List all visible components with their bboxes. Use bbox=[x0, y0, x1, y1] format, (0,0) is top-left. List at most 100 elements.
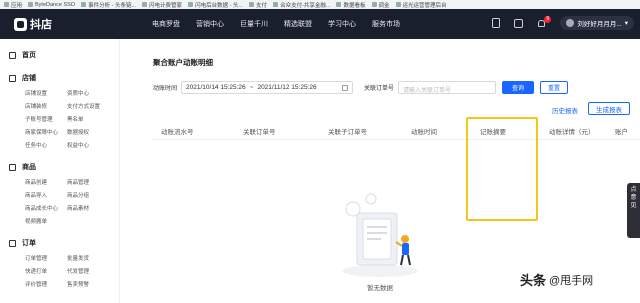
top-nav: 抖店 电商罗盘 营销中心 巨量千川 精选联盟 学习中心 服务市场 9 刘好好月月… bbox=[0, 9, 640, 39]
mobile-icon[interactable] bbox=[492, 18, 501, 28]
order-number-input[interactable]: 请输入关联订单号 bbox=[398, 81, 497, 94]
logo[interactable]: 抖店 bbox=[14, 16, 134, 32]
date-separator: ~ bbox=[249, 84, 254, 91]
sidebar-item-product-manage[interactable]: 商品管理 bbox=[67, 178, 115, 186]
sidebar-item-order-manage[interactable]: 订单管理 bbox=[25, 254, 67, 262]
page-icon bbox=[249, 2, 255, 7]
col-sub-order-no: 关联子订单号 bbox=[328, 129, 367, 136]
bookmark-event-analysis[interactable]: 事件分析 - 头条链... bbox=[81, 1, 136, 9]
sidebar-item-product-create[interactable]: 商品创建 bbox=[25, 178, 67, 186]
sidebar-item-rights-center[interactable]: 权益中心 bbox=[67, 141, 115, 149]
empty-state: 暂无数据 bbox=[325, 191, 435, 296]
store-links: 店铺设置 资质中心 店铺装修 支付方式设置 子账号管理 黑名单 商家保障中心 数… bbox=[0, 89, 119, 149]
bookmarks-bar: 应用 ByteDance SSO 事件分析 - 头条链... 闪电计费管家 闪电… bbox=[0, 0, 640, 9]
page-title: 聚合账户动账明细 bbox=[153, 58, 213, 67]
menu-marketing[interactable]: 营销中心 bbox=[196, 19, 224, 29]
sidebar-section-order[interactable]: 订单 bbox=[0, 238, 119, 248]
product-icon bbox=[9, 163, 16, 171]
message-icon[interactable] bbox=[514, 18, 524, 28]
notification-badge: 9 bbox=[544, 15, 552, 23]
menu-learning[interactable]: 学习中心 bbox=[328, 19, 356, 29]
col-account: 账户 bbox=[615, 129, 628, 136]
feedback-tab[interactable]: 点 意 见 bbox=[627, 183, 640, 238]
date-start: 2021/10/14 15:25:26 bbox=[186, 84, 246, 91]
sidebar-item-product-assets[interactable]: 商品素材 bbox=[67, 204, 115, 212]
menu-alliance[interactable]: 精选联盟 bbox=[284, 19, 312, 29]
watermark: 头条 @甩手网 bbox=[520, 270, 593, 289]
page-icon bbox=[273, 2, 279, 7]
home-icon bbox=[9, 51, 16, 59]
empty-text: 暂无数据 bbox=[367, 285, 393, 292]
product-links: 商品创建 商品管理 商品导入 商品分组 商品成长中心 商品素材 视频搬单 bbox=[0, 178, 119, 225]
col-order-no: 关联订单号 bbox=[243, 129, 276, 136]
reset-button[interactable]: 重置 bbox=[540, 81, 569, 94]
sidebar-item-payment-settings[interactable]: 支付方式设置 bbox=[67, 102, 115, 110]
nav-right: 9 刘好好月月月... ▾ bbox=[492, 15, 634, 30]
bytedance-icon bbox=[28, 2, 34, 7]
menu-service-market[interactable]: 服务市场 bbox=[372, 19, 400, 29]
filter-bar: 动账时间 2021/10/14 15:25:26 ~ 2021/11/12 15… bbox=[153, 81, 569, 94]
bookmark-sso[interactable]: ByteDance SSO bbox=[28, 2, 75, 8]
bookmark-ops[interactable]: 运光运营管理后台 bbox=[395, 1, 447, 9]
query-button[interactable]: 查询 bbox=[502, 81, 535, 94]
history-report-link[interactable]: 历史报表 bbox=[552, 105, 578, 115]
sidebar-item-store-settings[interactable]: 店铺设置 bbox=[25, 89, 67, 97]
sidebar-item-data-auth[interactable]: 数据授权 bbox=[67, 128, 115, 136]
user-name: 刘好好月月月... bbox=[577, 21, 622, 28]
watermark-text: @甩手网 bbox=[549, 274, 594, 287]
menu-compass[interactable]: 电商罗盘 bbox=[152, 19, 180, 29]
sidebar-item-task-center[interactable]: 任务中心 bbox=[25, 141, 67, 149]
page-icon bbox=[81, 2, 87, 7]
user-menu[interactable]: 刘好好月月月... ▾ bbox=[560, 16, 634, 30]
sidebar-item-dropship[interactable]: 代发管理 bbox=[67, 267, 115, 275]
empty-illustration-icon bbox=[342, 193, 418, 277]
apps-icon bbox=[4, 2, 9, 7]
avatar bbox=[566, 19, 575, 27]
date-range-picker[interactable]: 2021/10/14 15:25:26 ~ 2021/11/12 15:25:2… bbox=[181, 81, 354, 94]
bookmark-tiaojin[interactable]: 调金 bbox=[371, 1, 390, 9]
watermark-prefix: 头条 bbox=[520, 273, 547, 288]
sidebar-item-reviews[interactable]: 评价管理 bbox=[25, 280, 67, 288]
sidebar-item-video-move[interactable]: 视频搬单 bbox=[25, 217, 67, 225]
notification-bell[interactable]: 9 bbox=[537, 15, 552, 28]
sidebar: 首页 店铺 店铺设置 资质中心 店铺装修 支付方式设置 子账号管理 黑名单 商家… bbox=[0, 39, 120, 303]
sidebar-item-qualification[interactable]: 资质中心 bbox=[67, 89, 115, 97]
col-flow-no: 动账流水号 bbox=[161, 129, 194, 136]
sidebar-item-batch-ship[interactable]: 批量发货 bbox=[67, 254, 115, 262]
bookmark-billing[interactable]: 闪电计费管家 bbox=[142, 1, 182, 9]
sidebar-section-product[interactable]: 商品 bbox=[0, 162, 119, 172]
page-icon bbox=[395, 2, 401, 7]
sidebar-item-product-groups[interactable]: 商品分组 bbox=[67, 191, 115, 199]
page-icon bbox=[142, 2, 148, 7]
order-label: 关联订单号 bbox=[364, 86, 395, 92]
bookmark-lightning-data[interactable]: 闪电后台数据 - 头... bbox=[188, 1, 243, 9]
sidebar-item-product-import[interactable]: 商品导入 bbox=[25, 191, 67, 199]
sidebar-item-blacklist[interactable]: 黑名单 bbox=[67, 115, 115, 123]
col-detail: 动账详情（元） bbox=[549, 129, 595, 136]
bookmark-apps[interactable]: 应用 bbox=[4, 1, 22, 9]
table-header: 动账流水号 关联订单号 关联子订单号 动账时间 记账摘要 动账详情（元） 账户 bbox=[153, 120, 640, 140]
date-end: 2021/11/12 15:25:26 bbox=[257, 84, 317, 91]
order-icon bbox=[9, 239, 16, 247]
generate-report-button[interactable]: 生成报表 bbox=[588, 102, 630, 115]
sidebar-item-merchant-guarantee[interactable]: 商家保障中心 bbox=[25, 128, 67, 136]
store-icon bbox=[9, 74, 16, 82]
page-icon bbox=[371, 2, 377, 7]
bookmark-pay[interactable]: 支付 bbox=[249, 1, 267, 9]
doudian-logo-icon bbox=[14, 17, 27, 31]
sidebar-home[interactable]: 首页 bbox=[0, 39, 119, 60]
summary-column-highlight bbox=[466, 117, 538, 221]
chevron-down-icon: ▾ bbox=[624, 20, 628, 27]
main-content: 聚合账户动账明细 动账时间 2021/10/14 15:25:26 ~ 2021… bbox=[120, 39, 640, 303]
logo-text: 抖店 bbox=[30, 19, 52, 31]
sidebar-section-store[interactable]: 店铺 bbox=[0, 73, 119, 83]
date-label: 动账时间 bbox=[153, 86, 178, 92]
sidebar-item-sale-alert[interactable]: 售卖预警 bbox=[67, 280, 115, 288]
sidebar-item-sub-accounts[interactable]: 子账号管理 bbox=[25, 115, 67, 123]
menu-qianchuan[interactable]: 巨量千川 bbox=[240, 19, 268, 29]
sidebar-item-store-decoration[interactable]: 店铺装修 bbox=[25, 102, 67, 110]
bookmark-dashboard[interactable]: 数据看板 bbox=[336, 1, 366, 9]
sidebar-item-product-growth[interactable]: 商品成长中心 bbox=[25, 204, 67, 212]
bookmark-hezhong[interactable]: 合众支付-共享金融... bbox=[273, 1, 330, 9]
sidebar-item-express-print[interactable]: 快递打单 bbox=[25, 267, 67, 275]
